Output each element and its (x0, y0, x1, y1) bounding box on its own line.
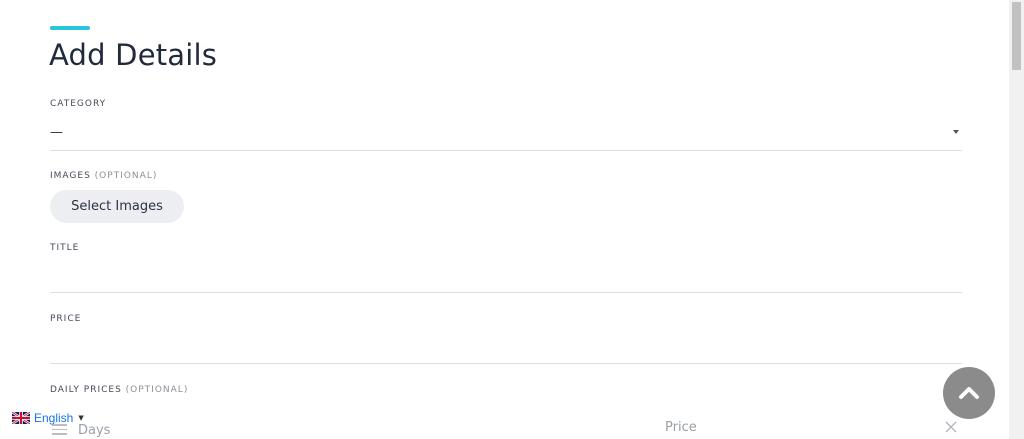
caret-down-icon[interactable] (953, 130, 959, 134)
title-label: TITLE (50, 243, 80, 253)
daily-prices-label-text: DAILY PRICES (50, 385, 122, 395)
category-label: CATEGORY (50, 99, 107, 109)
page-title: Add Details (49, 38, 218, 72)
daily-prices-optional-label: (OPTIONAL) (125, 385, 189, 395)
daily-price-input[interactable]: Price (665, 420, 697, 435)
add-details-page: Add Details CATEGORY — IMAGES (OPTIONAL)… (0, 0, 1024, 439)
close-icon[interactable] (943, 419, 959, 435)
scroll-to-top-button[interactable] (943, 367, 995, 419)
images-label: IMAGES (OPTIONAL) (50, 171, 157, 181)
images-label-text: IMAGES (50, 171, 91, 181)
category-underline (50, 150, 962, 151)
title-accent-bar (50, 26, 90, 30)
scrollbar-thumb[interactable] (1012, 2, 1021, 70)
select-images-button[interactable]: Select Images (50, 190, 184, 223)
caret-down-icon[interactable]: ▼ (78, 414, 83, 422)
daily-prices-label: DAILY PRICES (OPTIONAL) (50, 385, 188, 395)
chevron-up-icon (959, 387, 979, 399)
language-label[interactable]: English (34, 411, 73, 425)
title-input[interactable] (50, 292, 962, 293)
uk-flag-icon (12, 412, 30, 424)
category-select[interactable]: — (50, 125, 63, 140)
price-input[interactable] (50, 363, 962, 364)
images-optional-label: (OPTIONAL) (94, 171, 158, 181)
language-switcher[interactable]: English ▼ (12, 410, 84, 426)
price-label: PRICE (50, 314, 82, 324)
